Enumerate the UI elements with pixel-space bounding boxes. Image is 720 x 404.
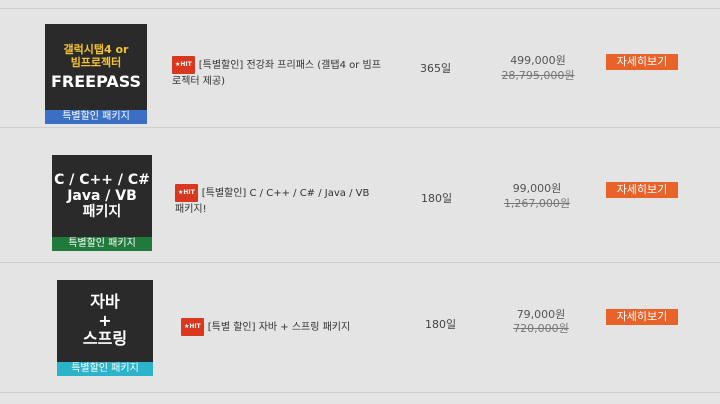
- thumb-strip: 특별할인 패키지: [45, 110, 147, 124]
- detail-button[interactable]: 자세히보기: [606, 182, 678, 198]
- package-row: 자바 + 스프링 특별할인 패키지 ★HIT [특별 할인] 자바 + 스프링 패…: [0, 268, 720, 398]
- thumb-line-2: Java / VB: [67, 187, 137, 204]
- thumb-line-3: 패키지: [82, 204, 122, 221]
- package-title-text: [특별 할인] 자바 + 스프링 패키지: [207, 322, 351, 333]
- package-days: 365일: [420, 62, 452, 75]
- thumb-line-3: 스프링: [82, 329, 128, 349]
- package-row: 갤럭시탭4 or 빔프로젝터 FREEPASS 특별할인 패키지 ★HIT [특별…: [0, 10, 720, 140]
- package-title-text: [특별할인] 전강좌 프리패스 (갤탭4 or 빔프로젝터 제공): [172, 60, 381, 87]
- package-days: 180일: [425, 318, 457, 331]
- row-divider: [0, 262, 720, 263]
- package-price: 99,000원: [512, 182, 562, 195]
- package-days: 180일: [421, 192, 453, 205]
- thumb-line-2: +: [98, 310, 112, 330]
- thumb-strip: 특별할인 패키지: [52, 237, 152, 251]
- package-thumbnail[interactable]: 갤럭시탭4 or 빔프로젝터 FREEPASS 특별할인 패키지: [45, 24, 147, 124]
- package-thumbnail[interactable]: 자바 + 스프링 특별할인 패키지: [57, 280, 153, 376]
- thumb-line-3: FREEPASS: [50, 72, 142, 92]
- package-title[interactable]: ★HIT [특별할인] 전강좌 프리패스 (갤탭4 or 빔프로젝터 제공): [172, 56, 382, 90]
- hit-badge: ★HIT: [172, 56, 195, 74]
- detail-button[interactable]: 자세히보기: [606, 54, 678, 70]
- thumb-line-2: 빔프로젝터: [70, 55, 122, 69]
- package-original-price: 28,795,000원: [501, 69, 575, 82]
- package-title[interactable]: ★HIT [특별 할인] 자바 + 스프링 패키지: [181, 318, 401, 336]
- thumb-line-1: C / C++ / C#: [54, 171, 150, 188]
- hit-badge: ★HIT: [175, 184, 198, 202]
- row-divider: [0, 392, 720, 393]
- package-title[interactable]: ★HIT [특별할인] C / C++ / C# / Java / VB 패키지!: [175, 184, 375, 218]
- hit-badge: ★HIT: [181, 318, 204, 336]
- package-row: C / C++ / C# Java / VB 패키지 특별할인 패키지 ★HIT…: [0, 138, 720, 268]
- package-thumbnail[interactable]: C / C++ / C# Java / VB 패키지 특별할인 패키지: [52, 155, 152, 251]
- detail-button[interactable]: 자세히보기: [606, 309, 678, 325]
- top-divider: [0, 8, 720, 9]
- package-original-price: 1,267,000원: [503, 197, 571, 210]
- row-divider: [0, 127, 720, 128]
- thumb-line-1: 갤럭시탭4 or: [63, 43, 129, 57]
- thumb-line-1: 자바: [90, 292, 120, 312]
- package-price: 499,000원: [510, 54, 566, 67]
- thumb-strip: 특별할인 패키지: [57, 362, 153, 376]
- package-title-text: [특별할인] C / C++ / C# / Java / VB 패키지!: [175, 188, 370, 215]
- package-original-price: 720,000원: [513, 322, 569, 335]
